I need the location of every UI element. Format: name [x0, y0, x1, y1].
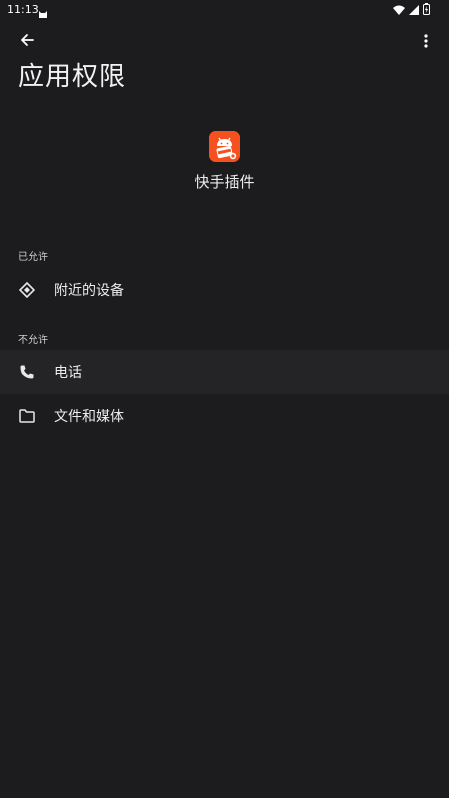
cat-notification-icon: [38, 4, 48, 18]
wifi-icon: [393, 0, 405, 19]
folder-icon: [18, 407, 36, 425]
app-permissions-screen: 11:13 应用权限 快手插件 已允许 附近的设备 不允许 电话 文件和媒体: [0, 0, 449, 798]
permission-item-nearby-devices[interactable]: 附近的设备: [0, 268, 449, 312]
app-name: 快手插件: [194, 173, 255, 191]
section-label-denied: 不允许: [18, 335, 48, 346]
more-vert-icon: [424, 33, 428, 52]
page-title: 应用权限: [18, 62, 127, 92]
nearby-devices-icon: [18, 281, 36, 299]
permission-item-label: 附近的设备: [54, 283, 124, 299]
arrow-back-icon: [19, 32, 35, 52]
signal-icon: [409, 0, 419, 19]
section-label-allowed: 已允许: [18, 252, 48, 263]
permission-item-files-media[interactable]: 文件和媒体: [0, 394, 449, 438]
back-button[interactable]: [14, 30, 40, 54]
status-icons: [393, 2, 430, 15]
status-bar: 11:13: [0, 0, 449, 20]
permission-item-label: 文件和媒体: [54, 409, 124, 425]
phone-icon: [18, 363, 36, 381]
more-options-button[interactable]: [417, 31, 435, 53]
battery-icon: [423, 0, 430, 19]
permission-item-phone[interactable]: 电话: [0, 350, 449, 394]
app-android-icon: [209, 131, 240, 162]
permission-item-label: 电话: [54, 365, 82, 381]
status-time: 11:13: [7, 3, 39, 16]
